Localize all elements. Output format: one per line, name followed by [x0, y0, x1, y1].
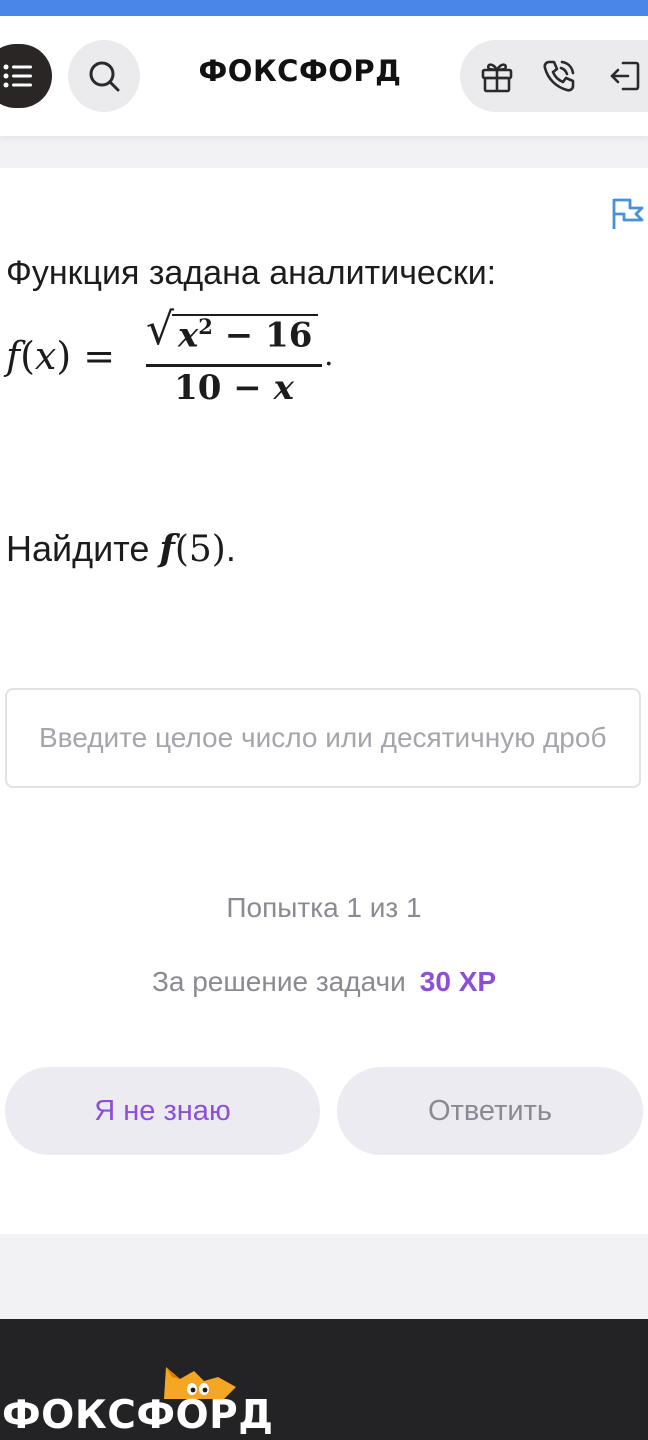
task-statement: Функция задана аналитически:	[6, 254, 497, 292]
denominator-const: 10 −	[174, 368, 274, 408]
task-reward: За решение задачи 30 XP	[0, 966, 648, 998]
formula-equals: ) =	[56, 334, 116, 378]
fraction-line	[146, 364, 322, 367]
search-button[interactable]	[68, 40, 140, 112]
formula-open-paren: (	[20, 334, 35, 378]
question-f: f	[159, 528, 175, 570]
reward-label: За решение задачи	[151, 966, 406, 997]
formula-f: f	[6, 334, 21, 378]
header-actions	[460, 40, 648, 112]
sqrt-sign: √	[146, 304, 175, 355]
function-formula: f(x) = √ x2 − 16 10 − x .	[6, 304, 366, 418]
report-flag-icon[interactable]	[610, 196, 646, 232]
fraction-denominator: 10 − x	[146, 368, 322, 408]
formula-period: .	[324, 338, 334, 373]
footer: ФОКСФОРД	[0, 1319, 648, 1440]
numerator-rest: − 16	[212, 315, 313, 356]
question-args: (5)	[174, 529, 226, 570]
attempts-counter: Попытка 1 из 1	[226, 892, 422, 923]
question-tail: .	[225, 528, 236, 569]
formula-lhs: f(x) =	[6, 334, 115, 378]
task-question: Найдите f(5).	[6, 528, 236, 570]
formula-x: x	[34, 334, 57, 378]
denominator-x: x	[273, 368, 294, 408]
search-icon	[89, 61, 120, 92]
top-color-bar	[0, 0, 648, 16]
brand-logo[interactable]: ФОКСФОРД	[180, 54, 420, 88]
numerator-exponent: 2	[198, 314, 213, 339]
header: ФОКСФОРД	[0, 16, 648, 136]
answer-input[interactable]	[5, 688, 641, 788]
answer-button[interactable]: Ответить	[337, 1067, 643, 1155]
dont-know-button[interactable]: Я не знаю	[5, 1067, 320, 1155]
gift-icon[interactable]	[478, 57, 516, 95]
footer-logo[interactable]: ФОКСФОРД	[2, 1393, 273, 1438]
menu-button[interactable]	[0, 44, 52, 108]
numerator-x: x	[178, 315, 199, 356]
task-card: Функция задана аналитически: f(x) = √ x2…	[0, 168, 648, 1234]
question-prefix: Найдите	[6, 528, 160, 569]
logout-icon[interactable]	[606, 57, 644, 95]
reward-xp: 30 XP	[419, 966, 497, 997]
phone-icon[interactable]	[540, 57, 578, 95]
menu-icon	[3, 64, 32, 88]
